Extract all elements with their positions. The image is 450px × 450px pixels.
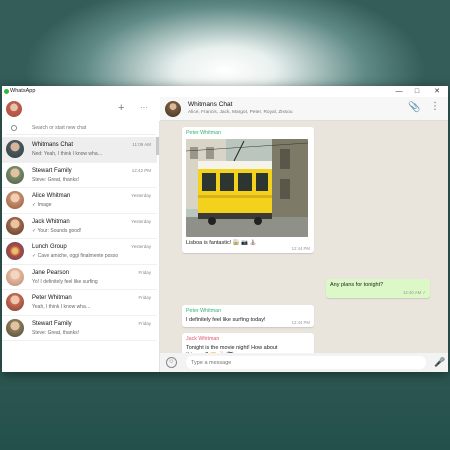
chat-preview: Yeah, I think I know wha… — [32, 304, 91, 310]
tram-photo[interactable] — [186, 139, 308, 237]
attach-button[interactable]: 📎 — [408, 102, 420, 113]
chat-preview: ✓ Your: Sounds good! — [32, 227, 82, 234]
chat-list-item[interactable]: Lunch Group Yesterday ✓ Cave amiche, ogg… — [2, 239, 157, 265]
message-area: Peter Whitman Lisboa is fantastic! 🚋 📷 ⛪… — [160, 121, 448, 366]
message-time: 12:44 PM — [291, 320, 310, 325]
message-bubble-incoming[interactable]: Peter Whitman I definitely feel like sur… — [182, 305, 314, 327]
search-input[interactable] — [32, 125, 152, 131]
chat-list-panel: + ··· Whitmans Chat 11:09 AM Ned: Yeah, … — [2, 97, 160, 372]
chat-name: Stewart Family — [32, 320, 72, 327]
avatar — [6, 216, 24, 235]
chat-list: Whitmans Chat 11:09 AM Ned: Yeah, I thin… — [2, 137, 157, 341]
avatar — [6, 293, 24, 311]
conversation-header[interactable]: Whitmans Chat Alice, Francis, Jack, Marg… — [160, 97, 448, 121]
avatar — [6, 165, 24, 184]
chat-list-item[interactable]: Jack Whitman Yesterday ✓ Your: Sounds go… — [2, 214, 157, 239]
app-title: WhatsApp — [10, 88, 36, 94]
microphone-button[interactable]: 🎤 — [434, 357, 445, 368]
message-sender: Jack Whitman — [186, 336, 220, 342]
chat-preview: Steve: Great, thanks! — [32, 329, 79, 336]
message-bubble-outgoing[interactable]: Any plans for tonight? 12:40 AM ✓ — [326, 279, 430, 298]
chat-name: Whitmans Chat — [32, 142, 74, 148]
chat-time: 12:42 PM — [131, 167, 151, 173]
chat-preview: Yo! I definitely feel like surfing — [32, 278, 98, 285]
message-sender: Peter Whitman — [186, 308, 222, 314]
chat-time: Yesterday — [131, 244, 151, 249]
chat-list-item[interactable]: Jane Pearson Friday Yo! I definitely fee… — [2, 265, 157, 290]
chat-name: Peter Whitman — [32, 295, 72, 301]
tram-image-icon — [186, 139, 308, 237]
chat-name: Stewart Family — [32, 167, 72, 174]
search-icon — [11, 125, 17, 131]
chat-list-item[interactable]: Stewart Family Friday Steve: Great, than… — [2, 316, 157, 341]
chat-time: Yesterday — [131, 193, 151, 198]
conversation-menu-button[interactable]: ⋮ — [430, 101, 440, 112]
chat-time: Friday — [138, 269, 151, 275]
message-time: 12:40 AM ✓ — [403, 290, 426, 295]
chat-preview: ✓ Cave amiche, oggi finalmente posso — [32, 253, 119, 259]
sidebar-header: + ··· — [2, 97, 160, 121]
message-sender: Peter Whitman — [186, 130, 222, 136]
message-text: Any plans for tonight? — [330, 282, 384, 288]
chat-list-scrollbar[interactable] — [156, 137, 159, 155]
message-time: 12:44 PM — [291, 246, 310, 251]
chat-preview: Steve: Great, thanks! — [32, 176, 79, 183]
emoji-button[interactable]: ☺ — [166, 357, 177, 368]
group-avatar[interactable] — [165, 101, 181, 117]
avatar — [6, 318, 24, 337]
chat-preview: ✓ Image — [32, 202, 52, 208]
desktop-background — [0, 360, 450, 450]
avatar — [6, 242, 24, 260]
avatar — [6, 191, 24, 209]
compose-bar: ☺ 🎤 — [160, 353, 448, 372]
chat-preview: Ned: Yeah, I think I know wha… — [32, 151, 103, 157]
my-avatar[interactable] — [6, 101, 22, 117]
maximize-button[interactable]: □ — [410, 87, 424, 96]
title-bar: WhatsApp — □ ✕ — [2, 86, 448, 97]
chat-list-item[interactable]: Peter Whitman Friday Yeah, I think I kno… — [2, 290, 157, 316]
chat-list-item[interactable]: Whitmans Chat 11:09 AM Ned: Yeah, I thin… — [2, 137, 157, 163]
chat-time: Friday — [138, 320, 151, 326]
new-chat-button[interactable]: + — [118, 102, 124, 114]
conversation-members: Alice, Francis, Jack, Margot, Peter, Roy… — [188, 110, 293, 115]
search-box — [6, 123, 156, 135]
chat-time: Yesterday — [131, 218, 151, 224]
chat-name: Jack Whitman — [32, 218, 70, 225]
message-bubble-photo[interactable]: Peter Whitman Lisboa is fantastic! 🚋 📷 ⛪… — [182, 127, 314, 253]
whatsapp-logo-icon — [4, 89, 9, 94]
sidebar-menu-button[interactable]: ··· — [140, 102, 148, 114]
chat-time: 11:09 AM — [132, 142, 151, 147]
close-button[interactable]: ✕ — [430, 87, 444, 96]
avatar — [6, 267, 24, 286]
minimize-button[interactable]: — — [392, 87, 406, 96]
chat-time: Friday — [138, 295, 151, 300]
chat-name: Lunch Group — [32, 244, 67, 250]
message-input[interactable] — [186, 356, 426, 369]
chat-name: Jane Pearson — [32, 269, 70, 276]
avatar — [6, 140, 24, 158]
conversation-title: Whitmans Chat — [188, 101, 233, 108]
whatsapp-window: WhatsApp — □ ✕ + ··· Whitmans Chat 11:09… — [2, 86, 448, 372]
chat-list-item[interactable]: Stewart Family 12:42 PM Steve: Great, th… — [2, 163, 157, 188]
chat-list-item[interactable]: Alice Whitman Yesterday ✓ Image — [2, 188, 157, 214]
conversation-panel: Whitmans Chat Alice, Francis, Jack, Marg… — [160, 97, 448, 372]
chat-name: Alice Whitman — [32, 193, 71, 199]
